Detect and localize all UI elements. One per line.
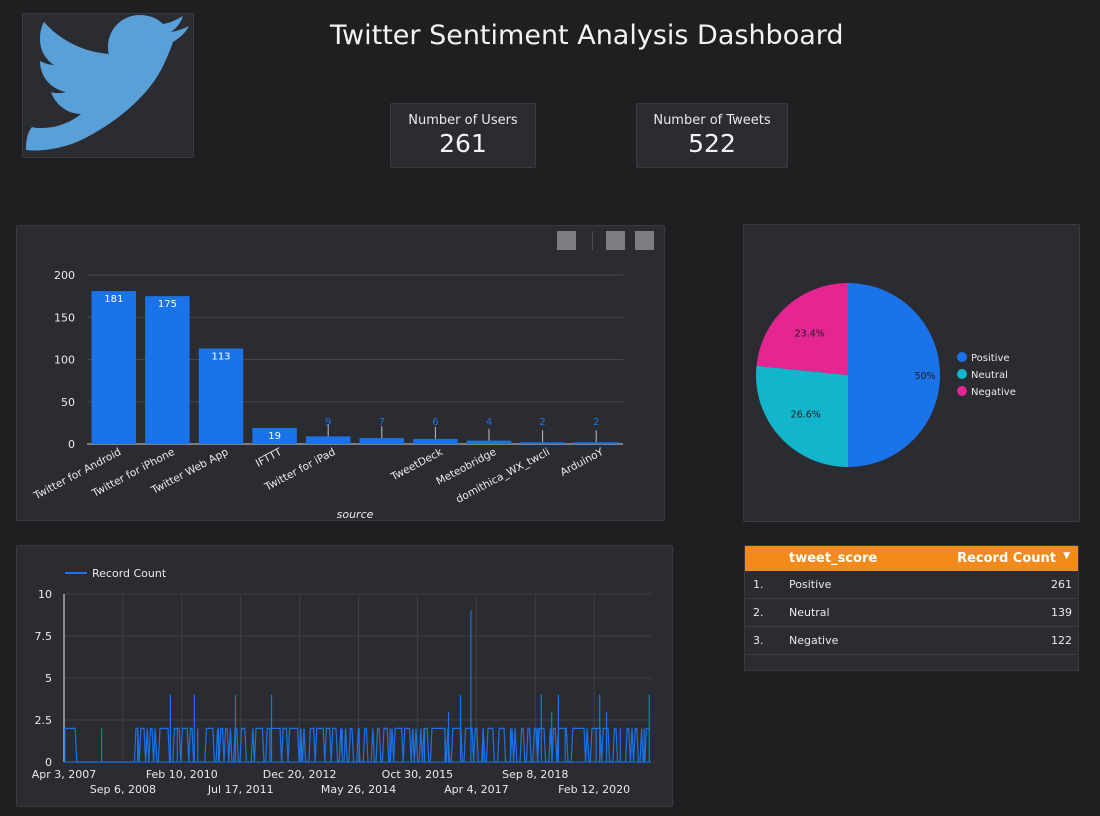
x-tick-label: ArduinoY [558, 446, 606, 479]
pie-value-label: 26.6% [791, 409, 821, 420]
bar-value-label: 2 [593, 417, 599, 428]
series-line-record-count [64, 610, 650, 763]
x-tick-label: Jul 17, 2011 [207, 783, 274, 796]
x-tick-label: IFTTT [254, 446, 285, 470]
x-tick-label: Feb 12, 2020 [558, 783, 630, 796]
kpi-tweets-label: Number of Tweets [653, 113, 771, 128]
pie-value-label: 50% [914, 371, 935, 382]
bar [466, 440, 512, 444]
table-row: 1. Positive 261 [745, 571, 1078, 599]
kpi-users-label: Number of Users [408, 113, 518, 128]
y-tick-label: 50 [61, 396, 75, 409]
row-label: Positive [789, 578, 832, 591]
bar-value-label: 19 [268, 431, 281, 442]
bar [520, 442, 565, 444]
page-title: Twitter Sentiment Analysis Dashboard [330, 20, 844, 51]
row-value: 139 [1051, 606, 1072, 619]
row-number: 1. [753, 578, 764, 591]
bar [413, 438, 458, 444]
y-tick-label: 7.5 [35, 630, 53, 643]
bar [305, 436, 351, 444]
legend-label: Positive [971, 353, 1010, 364]
x-tick-label: May 26, 2014 [321, 783, 396, 796]
x-tick-label: Sep 6, 2008 [90, 783, 156, 796]
tweet-score-table: tweet_score Record Count ▼ 1. Positive 2… [744, 545, 1079, 671]
y-tick-label: 2.5 [35, 714, 53, 727]
y-tick-label: 5 [45, 672, 52, 685]
kpi-users-value: 261 [439, 129, 487, 158]
y-tick-label: 10 [38, 588, 52, 601]
kpi-tweets-card: Number of Tweets 522 [636, 103, 788, 168]
record-count-timeline-card: Record Count 0 2.5 5 7.5 10 Apr 3, 2007 Feb 10,… [16, 545, 673, 807]
twitter-bird-icon [26, 15, 189, 151]
bar-value-label: 2 [539, 417, 545, 428]
bar-value-label: 113 [211, 352, 230, 363]
legend-marker [957, 369, 967, 379]
bar-value-label: 9 [325, 417, 331, 428]
legend-label: Record Count [92, 567, 167, 580]
pie-value-label: 23.4% [795, 329, 825, 340]
bar [198, 348, 244, 444]
bar [573, 442, 619, 444]
bar [91, 291, 137, 444]
x-tick-label: Apr 4, 2017 [444, 783, 509, 796]
x-tick-label: Sep 8, 2018 [502, 768, 568, 781]
y-tick-label: 0 [68, 438, 75, 451]
kpi-tweets-value: 522 [688, 129, 736, 158]
bar-value-label: 181 [104, 294, 123, 305]
x-tick-label: domithica_WX_twcli [454, 446, 552, 506]
legend-label: Negative [971, 387, 1016, 398]
kpi-users-card: Number of Users 261 [390, 103, 536, 168]
row-label: Negative [789, 634, 839, 647]
x-tick-label: Oct 30, 2015 [382, 768, 454, 781]
sort-desc-icon[interactable]: ▼ [1063, 551, 1070, 561]
x-tick-label: Feb 10, 2010 [146, 768, 218, 781]
legend-marker [957, 386, 967, 396]
x-axis-title: source [337, 508, 374, 520]
sentiment-pie-chart: 50% 26.6% 23.4% Positive Neutral Negative [756, 283, 1016, 467]
table-header: tweet_score Record Count ▼ [745, 546, 1078, 571]
record-count-timeline-chart: Record Count02.557.510Apr 3, 2007 Feb 10,… [32, 567, 651, 796]
bar-value-label: 175 [158, 299, 177, 310]
logo-card [22, 13, 194, 158]
legend-label: Neutral [971, 370, 1008, 381]
row-number: 2. [753, 606, 764, 619]
bar [145, 296, 190, 444]
row-value: 122 [1051, 634, 1072, 647]
table-row: 2. Neutral 139 [745, 599, 1078, 627]
source-bar-chart-card: 0 50 100 150 200 181 Twitter for Android 175 Twi… [16, 225, 665, 521]
bar-value-label: 4 [486, 417, 492, 428]
row-number: 3. [753, 634, 764, 647]
column-header-record-count[interactable]: Record Count [957, 551, 1056, 566]
bar [359, 438, 405, 444]
bar-value-label: 7 [379, 417, 385, 428]
x-tick-label: Dec 20, 2012 [263, 768, 337, 781]
row-label: Neutral [789, 606, 830, 619]
y-tick-label: 100 [54, 354, 75, 367]
legend-marker [957, 352, 967, 362]
sentiment-pie-chart-card: 50% 26.6% 23.4% Positive Neutral Negative [743, 224, 1080, 522]
y-tick-label: 150 [54, 311, 75, 324]
x-tick-label: Twitter for Android [31, 446, 123, 503]
row-value: 261 [1051, 578, 1072, 591]
source-bar-chart: 050100150200181Twitter for Android175Twi… [31, 269, 623, 520]
x-tick-label: Apr 3, 2007 [32, 768, 97, 781]
column-header-tweet-score[interactable]: tweet_score [789, 551, 877, 566]
bar-value-label: 6 [432, 417, 438, 428]
y-tick-label: 200 [54, 269, 75, 282]
table-row: 3. Negative 122 [745, 627, 1078, 655]
